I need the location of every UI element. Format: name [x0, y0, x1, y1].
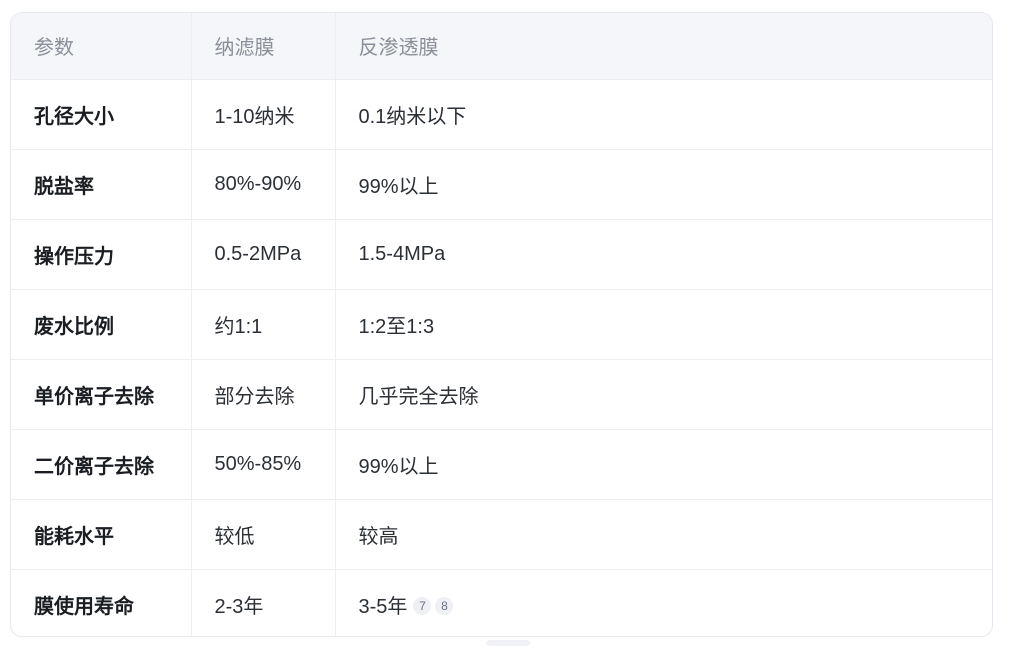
row-param: 膜使用寿命 — [34, 595, 134, 618]
row-nf-value: 50%-85% — [190, 429, 335, 500]
row-param: 二价离子去除 — [11, 429, 191, 500]
table-row: 废水比例 约1:1 1:2至1:3 — [11, 289, 992, 360]
row-param: 能耗水平 — [11, 499, 191, 570]
table-row: 膜使用寿命 2-3年 3-5年 7 8 — [11, 569, 992, 636]
row-param: 废水比例 — [11, 289, 191, 360]
row-ro-value: 较高 — [334, 499, 992, 570]
comparison-table: 参数 纳滤膜 反渗透膜 孔径大小 1-10纳米 0.1纳米以下 脱盐率 80%-… — [11, 13, 992, 636]
table-row: 单价离子去除 部分去除 几乎完全去除 — [11, 359, 992, 430]
comparison-table-card: 参数 纳滤膜 反渗透膜 孔径大小 1-10纳米 0.1纳米以下 脱盐率 80%-… — [10, 12, 993, 637]
row-ro-value: 1:2至1:3 — [334, 289, 992, 360]
citation-badge[interactable]: 8 — [435, 597, 454, 616]
row-ro-value: 99%以上 — [334, 429, 992, 500]
row-param: 孔径大小 — [11, 79, 191, 150]
row-ro-value: 几乎完全去除 — [334, 359, 992, 430]
row-ro-value: 3-5年 — [358, 595, 408, 618]
row-nf-value: 部分去除 — [190, 359, 335, 430]
row-nf-value: 约1:1 — [190, 289, 335, 360]
table-row: 能耗水平 较低 较高 — [11, 499, 992, 570]
table-row: 二价离子去除 50%-85% 99%以上 — [11, 429, 992, 500]
row-nf-value: 较低 — [190, 499, 335, 570]
row-nf-value: 0.5-2MPa — [190, 219, 335, 290]
table-header-row: 参数 纳滤膜 反渗透膜 — [11, 13, 992, 80]
row-ro-value: 0.1纳米以下 — [334, 79, 992, 150]
table-row: 脱盐率 80%-90% 99%以上 — [11, 149, 992, 220]
header-param: 参数 — [11, 13, 191, 80]
row-ro-cell: 3-5年 7 8 — [334, 569, 992, 636]
row-param: 操作压力 — [11, 219, 191, 290]
row-ro-value: 99%以上 — [334, 149, 992, 220]
row-nf-value: 1-10纳米 — [190, 79, 335, 150]
citation-badge[interactable]: 7 — [413, 597, 432, 616]
table-row: 操作压力 0.5-2MPa 1.5-4MPa — [11, 219, 992, 290]
row-param: 脱盐率 — [11, 149, 191, 220]
row-nf-value: 2-3年 — [190, 569, 335, 636]
row-ro-value: 1.5-4MPa — [334, 219, 992, 290]
header-nanofiltration: 纳滤膜 — [190, 13, 335, 80]
table-row: 孔径大小 1-10纳米 0.1纳米以下 — [11, 79, 992, 150]
row-param: 单价离子去除 — [11, 359, 191, 430]
scrollbar-handle[interactable] — [486, 640, 530, 646]
row-nf-value: 80%-90% — [190, 149, 335, 220]
header-reverse-osmosis: 反渗透膜 — [334, 13, 992, 80]
